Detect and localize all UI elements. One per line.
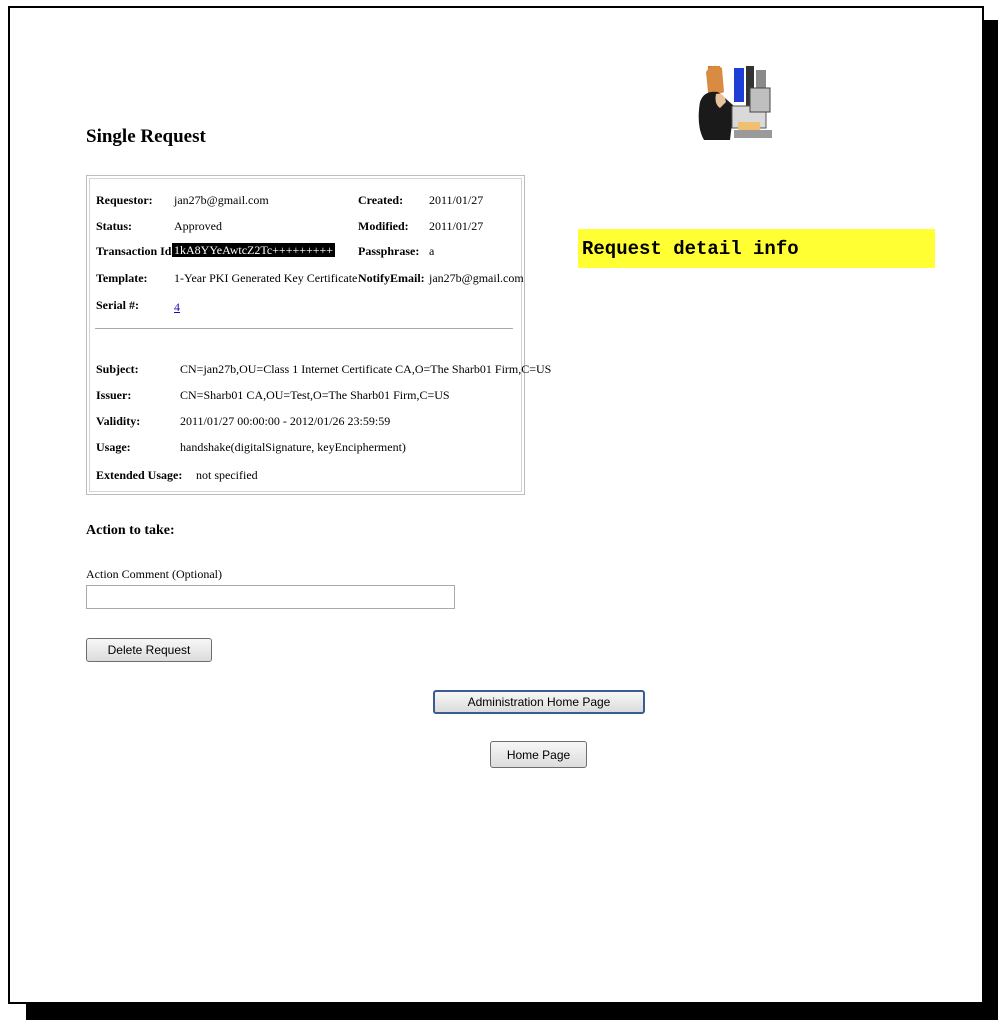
requestor-label: Requestor: xyxy=(96,193,153,207)
usage-value: handshake(digitalSignature, keyEncipherm… xyxy=(180,440,406,454)
serial-label: Serial #: xyxy=(96,298,139,312)
home-page-button[interactable]: Home Page xyxy=(490,741,587,768)
status-value: Approved xyxy=(174,219,222,233)
extended-usage-value: not specified xyxy=(196,468,258,482)
request-detail-callout: Request detail info xyxy=(578,229,935,268)
issuer-label: Issuer: xyxy=(96,388,132,402)
modified-value: 2011/01/27 xyxy=(429,219,484,233)
notify-email-label: NotifyEmail: xyxy=(358,271,425,285)
notify-email-value: jan27b@gmail.com xyxy=(429,271,524,285)
modified-label: Modified: xyxy=(358,219,409,233)
request-details-panel: Requestor: jan27b@gmail.com Status: Appr… xyxy=(86,175,551,495)
status-label: Status: xyxy=(96,219,133,233)
passphrase-value: a xyxy=(429,244,435,258)
serial-link[interactable]: 4 xyxy=(174,300,180,314)
template-value: 1-Year PKI Generated Key Certificate xyxy=(174,271,358,285)
issuer-value: CN=Sharb01 CA,OU=Test,O=The Sharb01 Firm… xyxy=(180,388,450,402)
validity-label: Validity: xyxy=(96,414,141,428)
transaction-id-label: Transaction Id: xyxy=(96,244,176,258)
extended-usage-label: Extended Usage: xyxy=(96,468,183,482)
subject-label: Subject: xyxy=(96,362,139,376)
created-value: 2011/01/27 xyxy=(429,193,484,207)
administration-home-page-button[interactable]: Administration Home Page xyxy=(433,690,645,714)
pki-logo-icon xyxy=(698,65,772,140)
delete-request-button[interactable]: Delete Request xyxy=(86,638,212,662)
page-title: Single Request xyxy=(86,126,206,147)
request-details-inner: Requestor: jan27b@gmail.com Status: Appr… xyxy=(89,178,551,492)
action-comment-input[interactable] xyxy=(86,585,455,609)
validity-value: 2011/01/27 00:00:00 - 2012/01/26 23:59:5… xyxy=(180,414,391,428)
page-frame xyxy=(8,6,984,1004)
details-divider xyxy=(95,328,513,329)
subject-value: CN=jan27b,OU=Class 1 Internet Certificat… xyxy=(180,362,552,376)
usage-label: Usage: xyxy=(96,440,131,454)
passphrase-label: Passphrase: xyxy=(358,244,420,258)
action-title: Action to take: xyxy=(86,523,175,538)
requestor-value: jan27b@gmail.com xyxy=(174,193,269,207)
created-label: Created: xyxy=(358,193,404,207)
transaction-id-value: 1kA8YYeAwtcZ2Tc+++++++++ xyxy=(172,243,336,257)
action-comment-label: Action Comment (Optional) xyxy=(86,567,222,581)
template-label: Template: xyxy=(96,271,148,285)
